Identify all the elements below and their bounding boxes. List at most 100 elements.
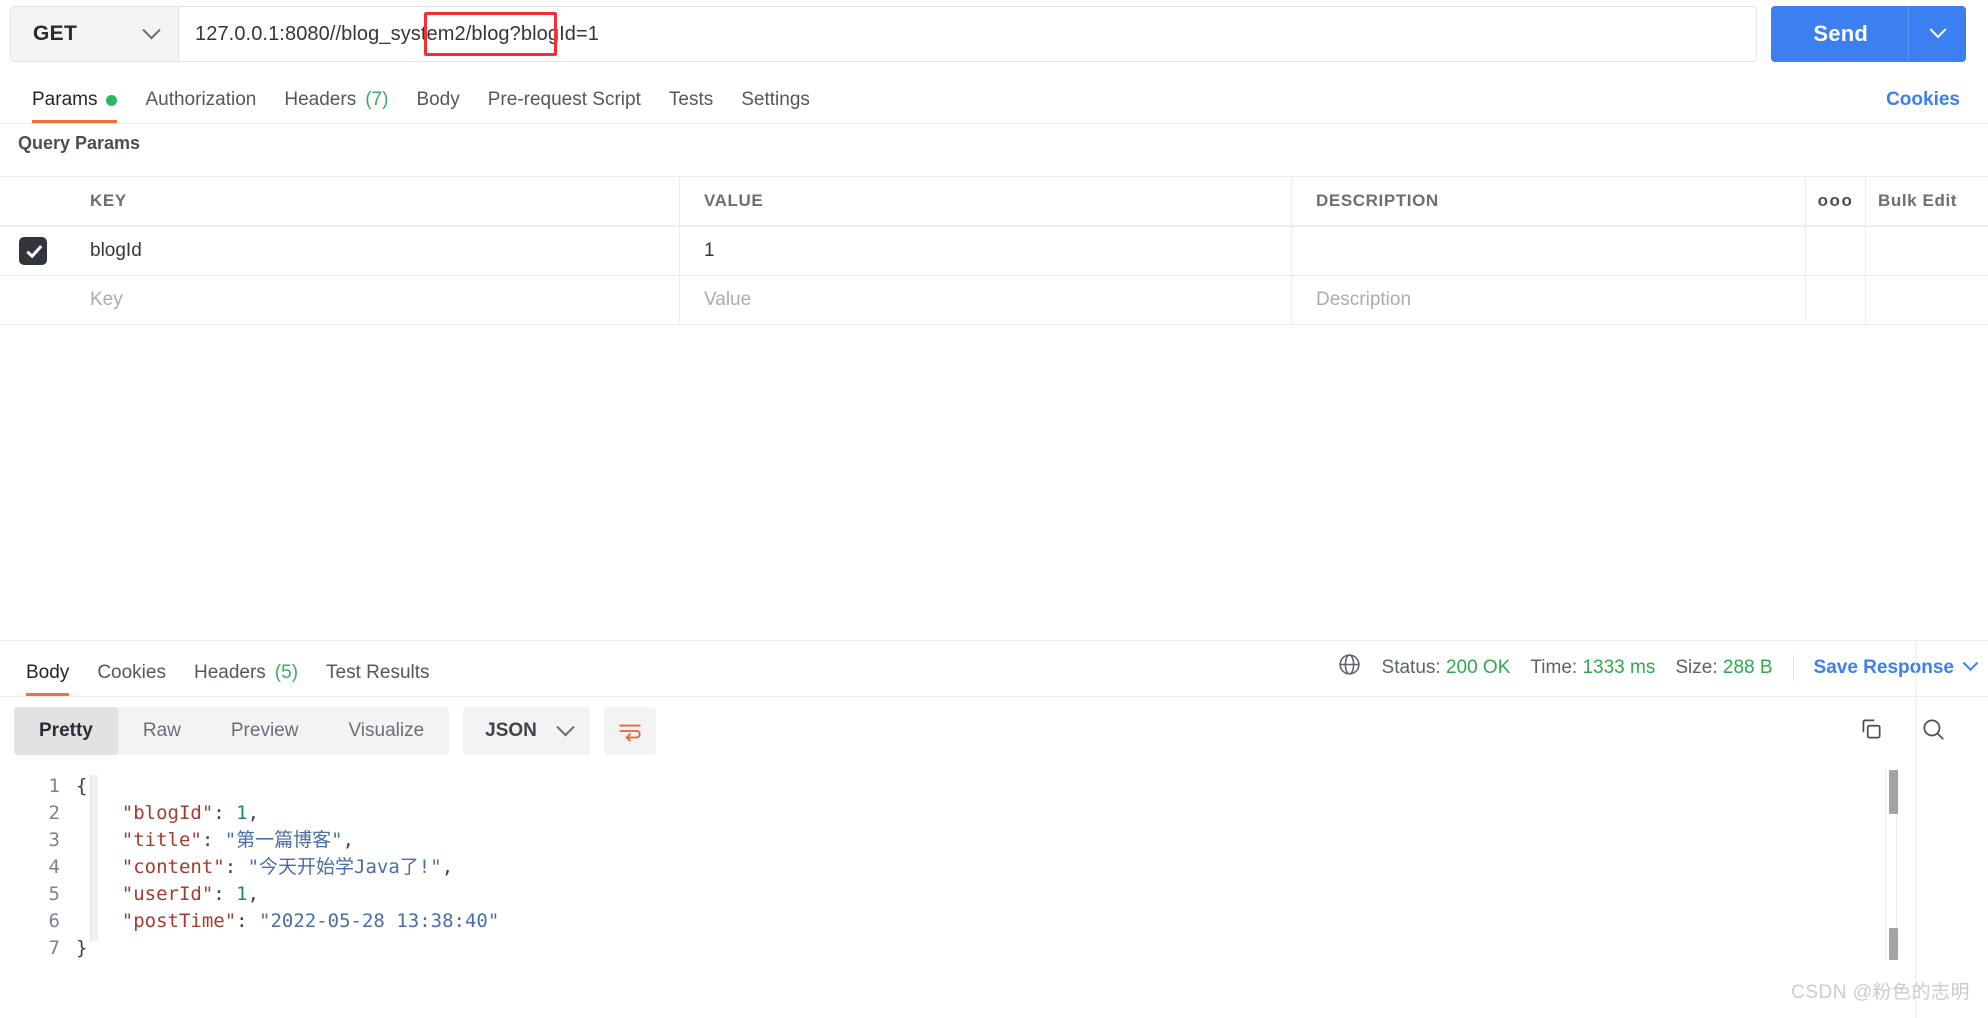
placeholder-description-input[interactable]: Description: [1292, 276, 1806, 324]
globe-icon: [1337, 652, 1362, 683]
tab-tests[interactable]: Tests: [655, 89, 727, 123]
save-response-button[interactable]: Save Response: [1813, 655, 1979, 679]
view-mode-visualize[interactable]: Visualize: [323, 707, 449, 755]
stats-divider: [1792, 654, 1794, 681]
line-number: 6: [48, 910, 60, 932]
response-stats: Status: 200 OK Time: 1333 ms Size: 288 B…: [1337, 652, 1979, 696]
tab-settings[interactable]: Settings: [727, 89, 824, 123]
query-params-table: KEY VALUE DESCRIPTION ooo Bulk Edit blog…: [0, 176, 1988, 325]
time-value: 1333 ms: [1582, 656, 1656, 678]
table-header-row: KEY VALUE DESCRIPTION ooo Bulk Edit: [0, 176, 1988, 226]
row-spacer-bulk: [1866, 227, 1988, 275]
json-value: "2022-05-28 13:38:40": [259, 910, 500, 932]
tab-pre-request-script[interactable]: Pre-request Script: [474, 89, 655, 123]
tab-settings-label: Settings: [741, 89, 810, 110]
response-tab-headers[interactable]: Headers (5): [180, 662, 312, 696]
response-body-json-viewer: 1 2 3 4 5 6 7 { "blogId": 1, "title": "第…: [0, 765, 1988, 1018]
line-number-gutter: 1 2 3 4 5 6 7: [0, 765, 76, 1018]
response-tabs: Body Cookies Headers (5) Test Results St…: [0, 641, 1988, 697]
http-method-selector[interactable]: GET: [10, 6, 178, 62]
line-number: 4: [48, 856, 60, 878]
response-format-selector[interactable]: JSON: [463, 707, 590, 755]
time-stat: Time: 1333 ms: [1530, 657, 1655, 679]
chevron-down-icon: [142, 20, 161, 39]
placeholder-checkbox[interactable]: [0, 276, 66, 324]
row-description-input[interactable]: [1292, 227, 1806, 275]
json-key: "postTime": [121, 910, 237, 932]
tab-authorization-label: Authorization: [145, 89, 257, 110]
time-label: Time:: [1530, 656, 1578, 678]
response-tab-body[interactable]: Body: [12, 662, 83, 696]
response-tab-cookies-label: Cookies: [97, 662, 166, 683]
send-options-button[interactable]: [1908, 6, 1966, 62]
status-value: 200 OK: [1445, 656, 1511, 678]
view-mode-group: Pretty Raw Preview Visualize: [14, 707, 450, 755]
view-mode-raw[interactable]: Raw: [118, 707, 206, 755]
response-scrollbar-thumb-lower[interactable]: [1889, 928, 1898, 960]
response-body-toolbar: Pretty Raw Preview Visualize JSON: [0, 697, 1988, 765]
checkbox-checked-icon: [19, 237, 47, 265]
tab-body[interactable]: Body: [402, 89, 473, 123]
header-key: KEY: [66, 177, 680, 225]
json-colon: :: [224, 856, 248, 878]
response-tab-headers-label: Headers: [193, 662, 266, 683]
save-response-label: Save Response: [1813, 656, 1954, 678]
json-code[interactable]: { "blogId": 1, "title": "第一篇博客", "conten…: [76, 773, 499, 962]
tab-tests-label: Tests: [668, 89, 714, 110]
word-wrap-button[interactable]: [603, 707, 656, 755]
copy-icon[interactable]: [1858, 716, 1884, 747]
line-number: 2: [48, 802, 60, 824]
row-checkbox[interactable]: [0, 227, 66, 275]
json-key: "userId": [121, 883, 214, 905]
json-value: "今天开始学Java了!": [247, 856, 442, 878]
view-mode-pretty[interactable]: Pretty: [14, 707, 118, 755]
placeholder-key-input[interactable]: Key: [66, 276, 680, 324]
response-tab-test-results[interactable]: Test Results: [312, 662, 443, 696]
line-number: 7: [48, 937, 60, 959]
json-comma: ,: [342, 829, 355, 851]
json-comma: ,: [247, 802, 260, 824]
tab-params[interactable]: Params: [18, 89, 131, 123]
placeholder-spacer-dots: [1806, 276, 1866, 324]
view-mode-preview[interactable]: Preview: [206, 707, 324, 755]
response-tab-body-label: Body: [26, 662, 70, 683]
status-stat: Status: 200 OK: [1382, 657, 1511, 679]
json-value: 1: [236, 802, 248, 824]
json-open-brace: {: [76, 775, 88, 797]
chevron-down-icon: [556, 717, 575, 736]
json-value: 1: [236, 883, 248, 905]
json-key: "title": [121, 829, 202, 851]
placeholder-value-input[interactable]: Value: [680, 276, 1292, 324]
line-number: 3: [48, 829, 60, 851]
line-number: 1: [48, 775, 60, 797]
response-tab-cookies[interactable]: Cookies: [83, 662, 180, 696]
watermark: CSDN @粉色的志明: [1791, 982, 1970, 1003]
table-options-icon[interactable]: ooo: [1806, 177, 1866, 225]
tab-authorization[interactable]: Authorization: [131, 89, 270, 123]
json-value: "第一篇博客": [224, 829, 343, 851]
params-indicator-dot: [106, 94, 118, 106]
tab-headers[interactable]: Headers (7): [270, 89, 402, 123]
url-text: 127.0.0.1:8080//blog_system2/blog?blogId…: [195, 22, 599, 45]
send-button[interactable]: Send: [1771, 6, 1908, 62]
header-description: DESCRIPTION: [1292, 177, 1806, 225]
json-comma: ,: [441, 856, 454, 878]
cookies-link[interactable]: Cookies: [1886, 89, 1974, 123]
bulk-edit-button[interactable]: Bulk Edit: [1866, 177, 1988, 225]
chevron-down-icon: [1962, 655, 1979, 672]
search-icon[interactable]: [1920, 716, 1946, 747]
ellipsis-icon: ooo: [1817, 191, 1854, 210]
response-tab-test-results-label: Test Results: [326, 662, 430, 683]
tab-params-label: Params: [32, 89, 98, 110]
postman-window: GET 127.0.0.1:8080//blog_system2/blog?bl…: [0, 0, 1988, 1018]
table-row: blogId 1: [0, 226, 1988, 275]
query-params-title: Query Params: [18, 133, 141, 153]
row-spacer-dots: [1806, 227, 1866, 275]
row-key-input[interactable]: blogId: [66, 227, 680, 275]
response-scrollbar-thumb[interactable]: [1889, 770, 1898, 814]
size-value: 288 B: [1722, 656, 1773, 678]
row-value-input[interactable]: 1: [680, 227, 1292, 275]
url-input[interactable]: 127.0.0.1:8080//blog_system2/blog?blogId…: [178, 6, 1758, 62]
request-url-bar: GET 127.0.0.1:8080//blog_system2/blog?bl…: [0, 0, 1988, 68]
json-colon: :: [213, 883, 237, 905]
